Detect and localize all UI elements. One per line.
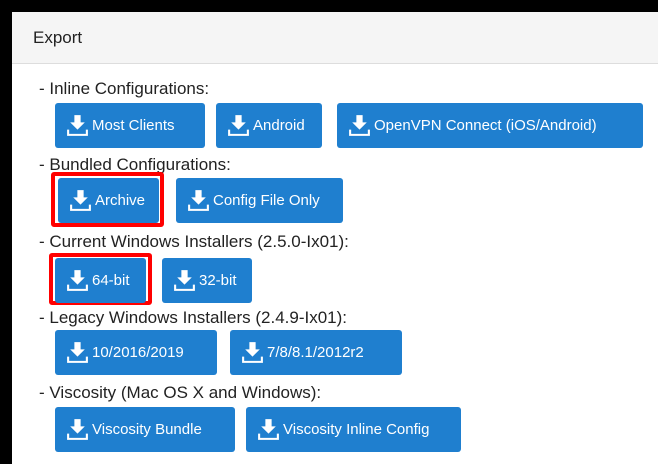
section-label-current-windows: - Current Windows Installers (2.5.0-Ix01… [39, 232, 349, 251]
download-icon [226, 113, 251, 138]
download-icon [186, 188, 211, 213]
legacy-10-2016-2019-button[interactable]: 10/2016/2019 [55, 330, 217, 375]
download-icon [65, 340, 90, 365]
config-file-only-button[interactable]: Config File Only [176, 178, 343, 223]
openvpn-connect-button[interactable]: OpenVPN Connect (iOS/Android) [337, 103, 643, 148]
button-label: Android [253, 117, 305, 134]
panel-title: Export [12, 12, 658, 64]
button-label: Most Clients [92, 117, 175, 134]
section-label-legacy-windows: - Legacy Windows Installers (2.4.9-Ix01)… [39, 308, 348, 327]
download-icon [65, 113, 90, 138]
button-label: Viscosity Bundle [92, 421, 202, 438]
download-icon [68, 188, 93, 213]
32-bit-button[interactable]: 32-bit [162, 258, 252, 303]
button-label: 10/2016/2019 [92, 344, 184, 361]
export-panel: Export - Inline Configurations: Most Cli… [12, 12, 658, 464]
button-label: 32-bit [199, 272, 237, 289]
button-label: 7/8/8.1/2012r2 [267, 344, 364, 361]
section-label-viscosity: - Viscosity (Mac OS X and Windows): [39, 383, 322, 402]
android-button[interactable]: Android [216, 103, 322, 148]
download-icon [65, 268, 90, 293]
button-label: Config File Only [213, 192, 320, 209]
download-icon [65, 417, 90, 442]
button-label: Viscosity Inline Config [283, 421, 430, 438]
download-icon [256, 417, 281, 442]
archive-button[interactable]: Archive [58, 178, 159, 223]
download-icon [347, 113, 372, 138]
section-label-inline: - Inline Configurations: [39, 79, 210, 98]
64-bit-button[interactable]: 64-bit [55, 258, 146, 303]
download-icon [240, 340, 265, 365]
button-label: Archive [95, 192, 146, 209]
legacy-7-8-8.1-2012r2-button[interactable]: 7/8/8.1/2012r2 [230, 330, 402, 375]
download-icon [172, 268, 197, 293]
viscosity-inline-config-button[interactable]: Viscosity Inline Config [246, 407, 461, 452]
viscosity-bundle-button[interactable]: Viscosity Bundle [55, 407, 235, 452]
most-clients-button[interactable]: Most Clients [55, 103, 205, 148]
button-label: 64-bit [92, 272, 130, 289]
button-label: OpenVPN Connect (iOS/Android) [374, 117, 597, 134]
